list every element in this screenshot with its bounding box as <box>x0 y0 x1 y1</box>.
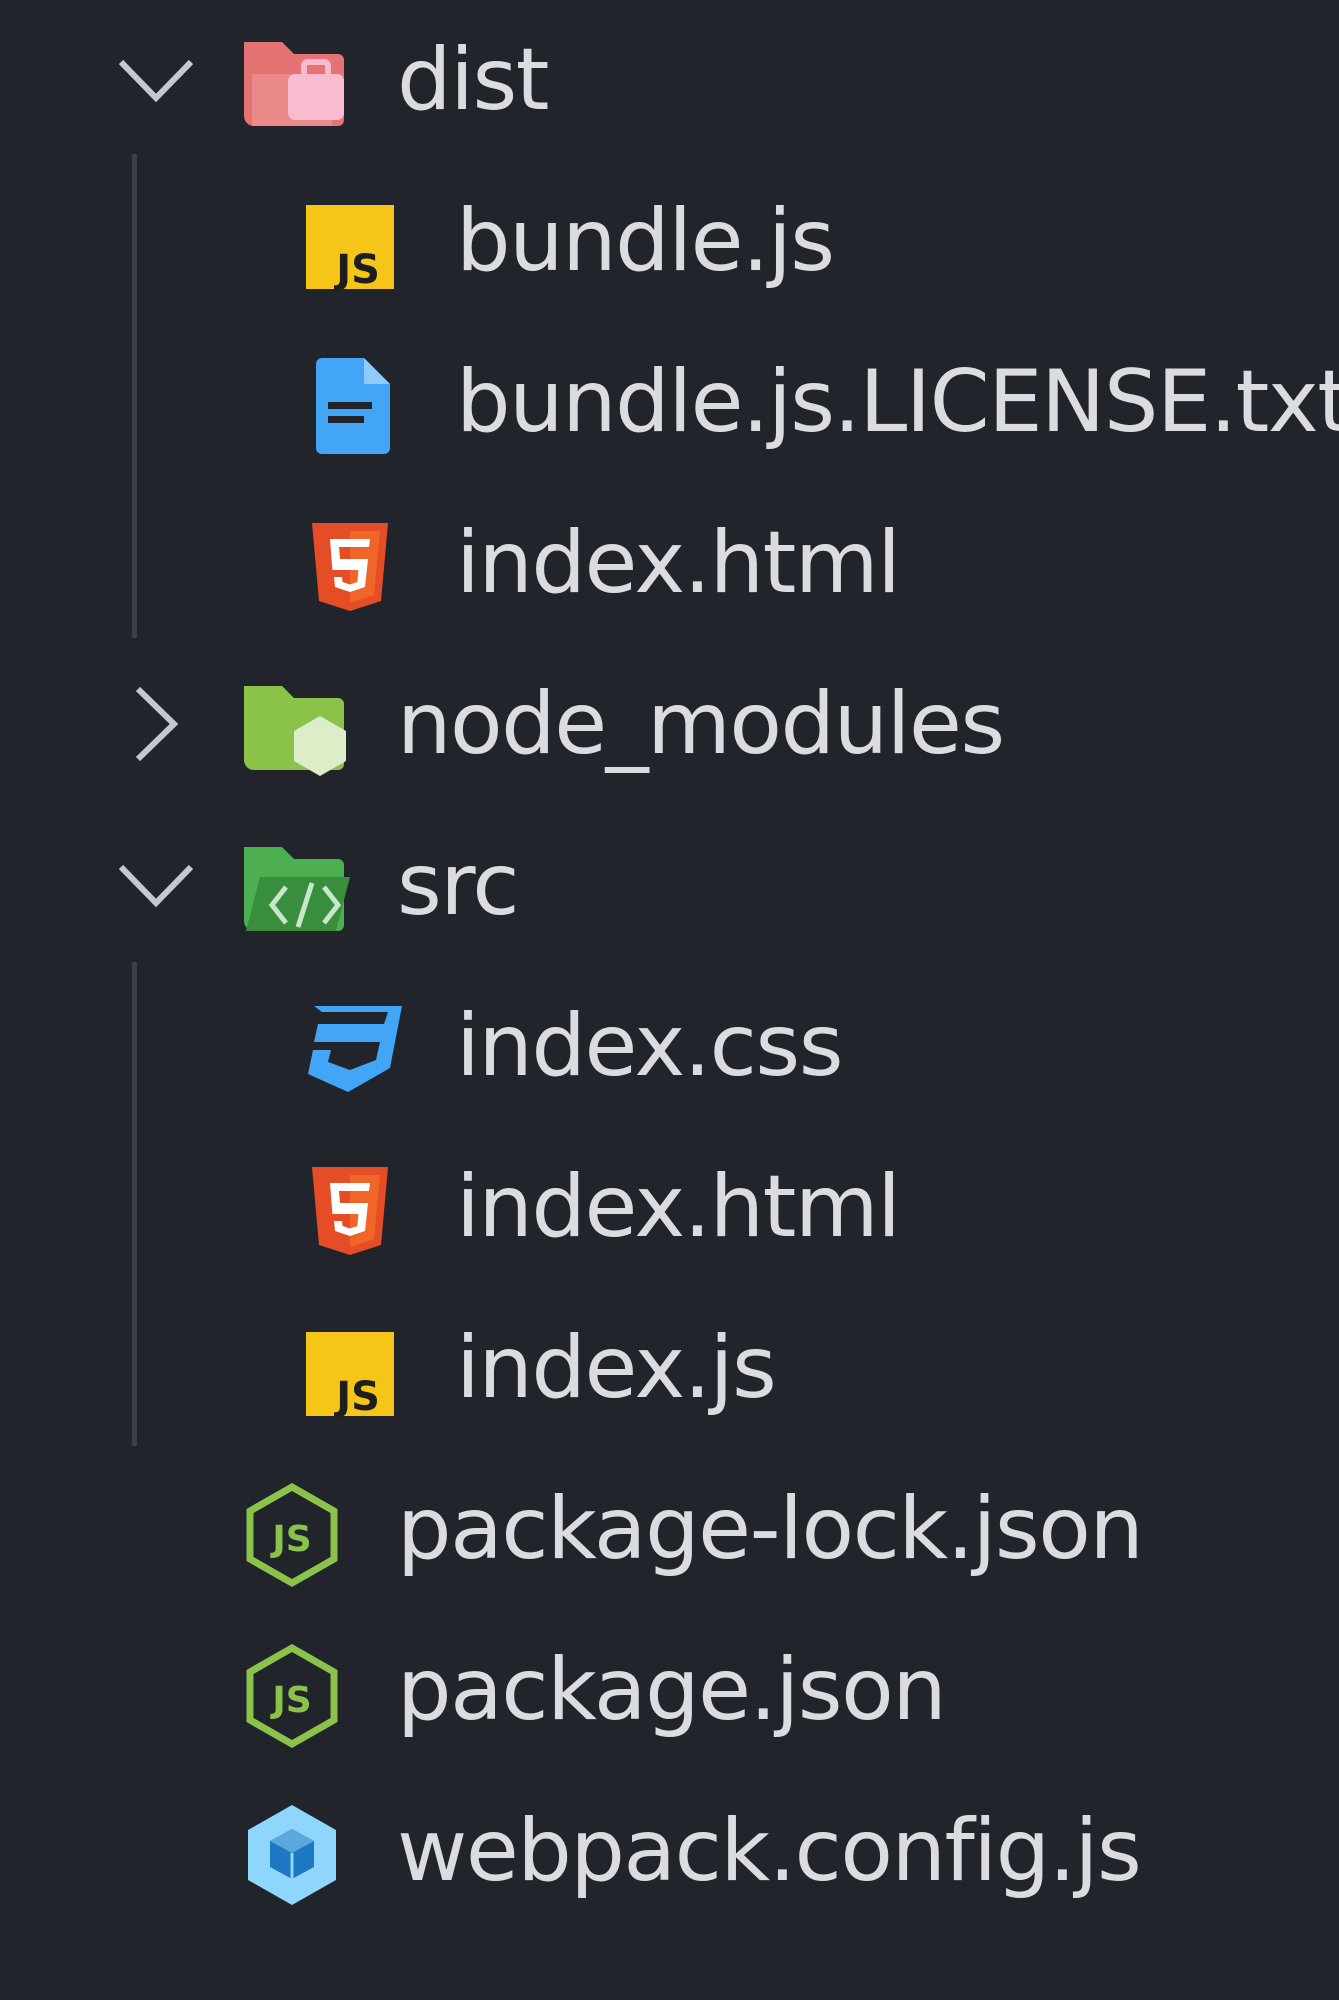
tree-item-label: index.css <box>456 996 844 1096</box>
html5-icon <box>304 1157 414 1267</box>
html5-icon <box>304 513 414 623</box>
tree-item-src-index-js[interactable]: JS index.js <box>0 1288 1339 1449</box>
folder-node-modules-icon <box>242 674 352 784</box>
tree-item-label: package-lock.json <box>397 1479 1144 1579</box>
chevron-right-icon[interactable] <box>116 684 196 764</box>
javascript-file-icon: JS <box>304 1318 414 1428</box>
webpack-icon <box>244 1801 354 1911</box>
tree-item-src-folder[interactable]: src <box>0 805 1339 966</box>
tree-item-dist-folder[interactable]: dist <box>0 0 1339 161</box>
text-document-icon <box>304 352 414 462</box>
tree-item-package-json[interactable]: JS package.json <box>0 1610 1339 1771</box>
tree-item-package-lock-json[interactable]: JS package-lock.json <box>0 1449 1339 1610</box>
svg-text:JS: JS <box>269 1680 311 1721</box>
tree-item-dist-index-html[interactable]: index.html <box>0 483 1339 644</box>
css3-icon <box>300 996 410 1106</box>
folder-dist-open-icon <box>242 30 352 140</box>
tree-item-bundle-js[interactable]: JS bundle.js <box>0 161 1339 322</box>
svg-text:JS: JS <box>333 247 380 293</box>
tree-item-label: node_modules <box>397 674 1005 774</box>
svg-text:JS: JS <box>269 1519 311 1560</box>
tree-item-label: package.json <box>397 1640 947 1740</box>
nodejs-icon: JS <box>244 1479 354 1589</box>
file-explorer-tree: dist JS bundle.js bundle.js.LICENSE.txt <box>0 0 1339 2000</box>
chevron-down-icon[interactable] <box>116 845 196 925</box>
svg-text:JS: JS <box>333 1374 380 1420</box>
tree-item-label: webpack.config.js <box>397 1801 1142 1901</box>
tree-item-label: index.html <box>456 513 901 613</box>
tree-item-src-index-html[interactable]: index.html <box>0 1127 1339 1288</box>
tree-item-label: dist <box>397 30 550 130</box>
folder-src-open-icon <box>242 835 352 945</box>
javascript-file-icon: JS <box>304 191 414 301</box>
tree-item-label: src <box>397 835 520 935</box>
tree-item-license-txt[interactable]: bundle.js.LICENSE.txt <box>0 322 1339 483</box>
tree-item-label: bundle.js.LICENSE.txt <box>456 352 1339 452</box>
tree-item-label: bundle.js <box>456 191 835 291</box>
tree-item-node-modules-folder[interactable]: node_modules <box>0 644 1339 805</box>
nodejs-icon: JS <box>244 1640 354 1750</box>
tree-item-webpack-config-js[interactable]: webpack.config.js <box>0 1771 1339 1932</box>
chevron-down-icon[interactable] <box>116 40 196 120</box>
tree-item-label: index.js <box>456 1318 777 1418</box>
tree-item-label: index.html <box>456 1157 901 1257</box>
tree-item-src-index-css[interactable]: index.css <box>0 966 1339 1127</box>
